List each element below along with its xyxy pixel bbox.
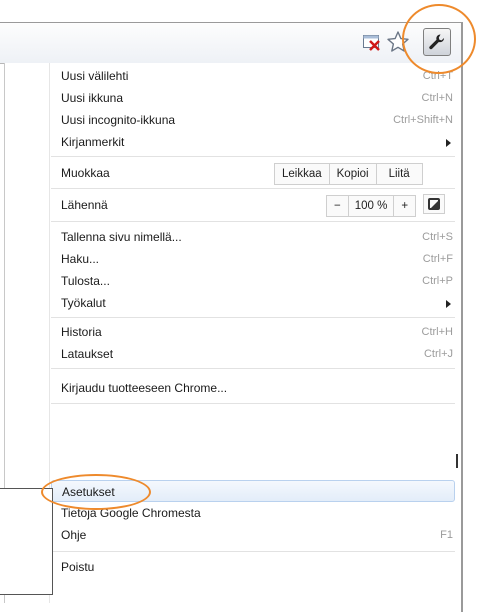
menu-item-label: Lataukset xyxy=(61,347,114,361)
zoom-controls: − 100 % + xyxy=(326,195,417,217)
menu-item-shortcut: Ctrl+Shift+N xyxy=(393,114,453,126)
menu-item-label: Tulosta... xyxy=(61,274,110,288)
menu-item-print[interactable]: Tulosta... Ctrl+P xyxy=(51,270,455,292)
menu-separator xyxy=(51,403,455,404)
menu-item-downloads[interactable]: Lataukset Ctrl+J xyxy=(51,343,455,365)
copy-button[interactable]: Kopioi xyxy=(328,163,377,185)
menu-separator xyxy=(51,368,455,369)
submenu-arrow-icon xyxy=(446,139,451,147)
menu-separator xyxy=(51,221,455,222)
overlay-panel xyxy=(0,488,53,595)
menu-item-label: Uusi välilehti xyxy=(61,69,129,83)
menu-item-sign-in[interactable]: Kirjaudu tuotteeseen Chrome... xyxy=(51,377,455,399)
menu-item-help[interactable]: Ohje F1 xyxy=(51,524,455,546)
wrench-icon xyxy=(429,34,445,50)
menu-item-bookmarks[interactable]: Kirjanmerkit xyxy=(51,131,455,153)
fullscreen-icon xyxy=(428,198,440,210)
chrome-menu: Uusi välilehti Ctrl+T Uusi ikkuna Ctrl+N… xyxy=(4,63,461,603)
page-blocked-icon[interactable] xyxy=(362,32,382,52)
star-icon[interactable] xyxy=(386,30,410,54)
menu-item-new-incognito-window[interactable]: Uusi incognito-ikkuna Ctrl+Shift+N xyxy=(51,109,455,131)
menu-item-shortcut: Ctrl+H xyxy=(421,326,453,338)
zoom-out-button[interactable]: − xyxy=(326,195,349,217)
menu-item-label: Poistu xyxy=(61,560,95,574)
menu-item-label: Lähennä xyxy=(61,198,108,212)
zoom-in-button[interactable]: + xyxy=(393,195,417,217)
menu-item-label: Asetukset xyxy=(62,485,115,499)
menu-item-label: Kirjanmerkit xyxy=(61,135,125,149)
menu-item-exit[interactable]: Poistu xyxy=(51,556,455,578)
menu-item-about-chrome[interactable]: Tietoja Google Chromesta xyxy=(51,502,455,524)
submenu-arrow-icon xyxy=(446,300,451,308)
menu-separator xyxy=(51,551,455,552)
wrench-menu-button[interactable] xyxy=(423,28,451,56)
menu-item-edit: Muokkaa Leikkaa Kopioi Liitä xyxy=(51,160,455,186)
menu-item-shortcut: Ctrl+T xyxy=(422,70,453,82)
menu-separator xyxy=(51,317,455,318)
menu-item-shortcut: F1 xyxy=(440,529,453,541)
menu-item-settings[interactable]: Asetukset xyxy=(51,480,455,502)
window-edge-mark xyxy=(456,454,458,468)
menu-item-shortcut: Ctrl+S xyxy=(422,231,453,243)
menu-separator xyxy=(51,188,455,189)
menu-item-save-page-as[interactable]: Tallenna sivu nimellä... Ctrl+S xyxy=(51,226,455,248)
menu-item-new-window[interactable]: Uusi ikkuna Ctrl+N xyxy=(51,87,455,109)
edit-button-group: Leikkaa Kopioi Liitä xyxy=(274,163,423,185)
menu-item-label: Haku... xyxy=(61,252,100,266)
menu-item-label: Uusi incognito-ikkuna xyxy=(61,113,176,127)
menu-item-label: Kirjaudu tuotteeseen Chrome... xyxy=(61,381,228,395)
menu-item-label: Muokkaa xyxy=(61,166,110,180)
menu-item-label: Uusi ikkuna xyxy=(61,91,124,105)
menu-item-zoom: Lähennä − 100 % + xyxy=(51,192,455,218)
cut-button[interactable]: Leikkaa xyxy=(274,163,330,185)
paste-button[interactable]: Liitä xyxy=(375,163,423,185)
menu-item-label: Tallenna sivu nimellä... xyxy=(61,230,182,244)
menu-item-new-tab[interactable]: Uusi välilehti Ctrl+T xyxy=(51,65,455,87)
menu-item-label: Työkalut xyxy=(61,296,106,310)
zoom-level: 100 % xyxy=(347,195,395,217)
menu-item-label: Ohje xyxy=(61,528,87,542)
menu-item-find[interactable]: Haku... Ctrl+F xyxy=(51,248,455,270)
menu-item-shortcut: Ctrl+P xyxy=(422,275,453,287)
menu-separator xyxy=(51,156,455,157)
menu-item-history[interactable]: Historia Ctrl+H xyxy=(51,321,455,343)
fullscreen-button[interactable] xyxy=(423,194,445,214)
menu-item-shortcut: Ctrl+N xyxy=(421,92,453,104)
menu-item-label: Historia xyxy=(61,325,102,339)
menu-item-shortcut: Ctrl+J xyxy=(423,348,453,360)
window-border xyxy=(461,22,463,612)
menu-item-label: Tietoja Google Chromesta xyxy=(61,506,201,520)
menu-item-tools[interactable]: Työkalut xyxy=(51,292,455,314)
menu-item-shortcut: Ctrl+F xyxy=(422,253,453,265)
